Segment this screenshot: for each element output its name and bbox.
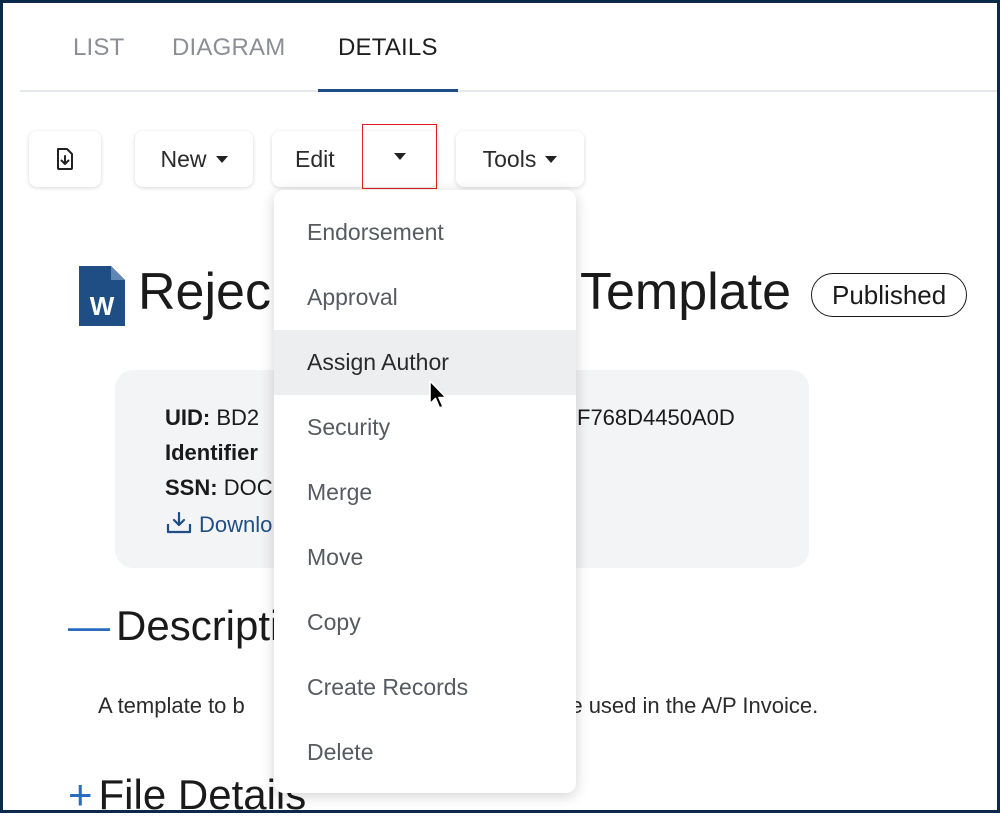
file-details-section-header[interactable]: + File Details xyxy=(68,771,306,819)
chevron-down-icon xyxy=(215,155,228,163)
download-link-label: Downlo xyxy=(199,512,273,537)
ssn-value: DOC xyxy=(223,475,273,500)
uid-value-continued: F768D4450A0D xyxy=(577,405,735,430)
download-icon xyxy=(166,511,192,534)
page-title-continued: Template xyxy=(580,263,791,321)
edit-button-label: Edit xyxy=(295,145,335,172)
menu-item-assign-author[interactable]: Assign Author xyxy=(274,330,576,395)
uid-value: BD2 xyxy=(216,405,260,430)
tools-button[interactable]: Tools xyxy=(456,131,584,187)
new-button-label: New xyxy=(160,145,207,172)
menu-item-approval[interactable]: Approval xyxy=(274,265,576,330)
ssn-row: SSN: DOC xyxy=(165,475,273,501)
page-title: Rejec xyxy=(138,263,271,321)
svg-text:W: W xyxy=(90,291,115,321)
description-section-title: Descripti xyxy=(116,602,280,649)
menu-item-move[interactable]: Move xyxy=(274,525,576,590)
menu-item-create-records[interactable]: Create Records xyxy=(274,655,576,720)
download-file-icon xyxy=(57,148,73,170)
description-text-continued: ote used in the A/P Invoice. xyxy=(552,693,819,718)
new-button[interactable]: New xyxy=(135,131,253,187)
edit-dropdown-toggle[interactable] xyxy=(362,124,437,189)
description-text: A template to b xyxy=(98,693,245,718)
identifier-label: Identifier xyxy=(165,440,258,465)
menu-item-endorsement[interactable]: Endorsement xyxy=(274,200,576,265)
word-document-icon: W xyxy=(79,266,125,326)
tab-bar: LIST DIAGRAM DETAILS xyxy=(20,0,997,92)
menu-item-security[interactable]: Security xyxy=(274,395,576,460)
mouse-pointer-icon xyxy=(429,380,447,409)
tab-list[interactable]: LIST xyxy=(73,0,124,90)
chevron-down-icon xyxy=(393,153,406,160)
menu-item-copy[interactable]: Copy xyxy=(274,590,576,655)
menu-item-delete[interactable]: Delete xyxy=(274,720,576,785)
export-button[interactable] xyxy=(29,131,101,187)
ssn-label: SSN: xyxy=(165,475,218,500)
tab-details[interactable]: DETAILS xyxy=(318,0,458,92)
description-section-header[interactable]: — Descripti xyxy=(68,602,279,650)
menu-item-merge[interactable]: Merge xyxy=(274,460,576,525)
tools-button-label: Tools xyxy=(482,145,537,172)
chevron-down-icon xyxy=(545,155,558,163)
uid-row: UID: BD2 xyxy=(165,405,259,431)
collapse-minus-icon: — xyxy=(68,602,110,649)
expand-plus-icon: + xyxy=(68,771,93,818)
status-badge: Published xyxy=(811,273,968,317)
edit-dropdown-menu: Endorsement Approval Assign Author Secur… xyxy=(274,190,576,793)
download-link[interactable]: Downlo xyxy=(165,511,272,538)
identifier-row: Identifier xyxy=(165,440,258,466)
uid-label: UID: xyxy=(165,405,211,430)
tab-diagram[interactable]: DIAGRAM xyxy=(172,0,285,90)
